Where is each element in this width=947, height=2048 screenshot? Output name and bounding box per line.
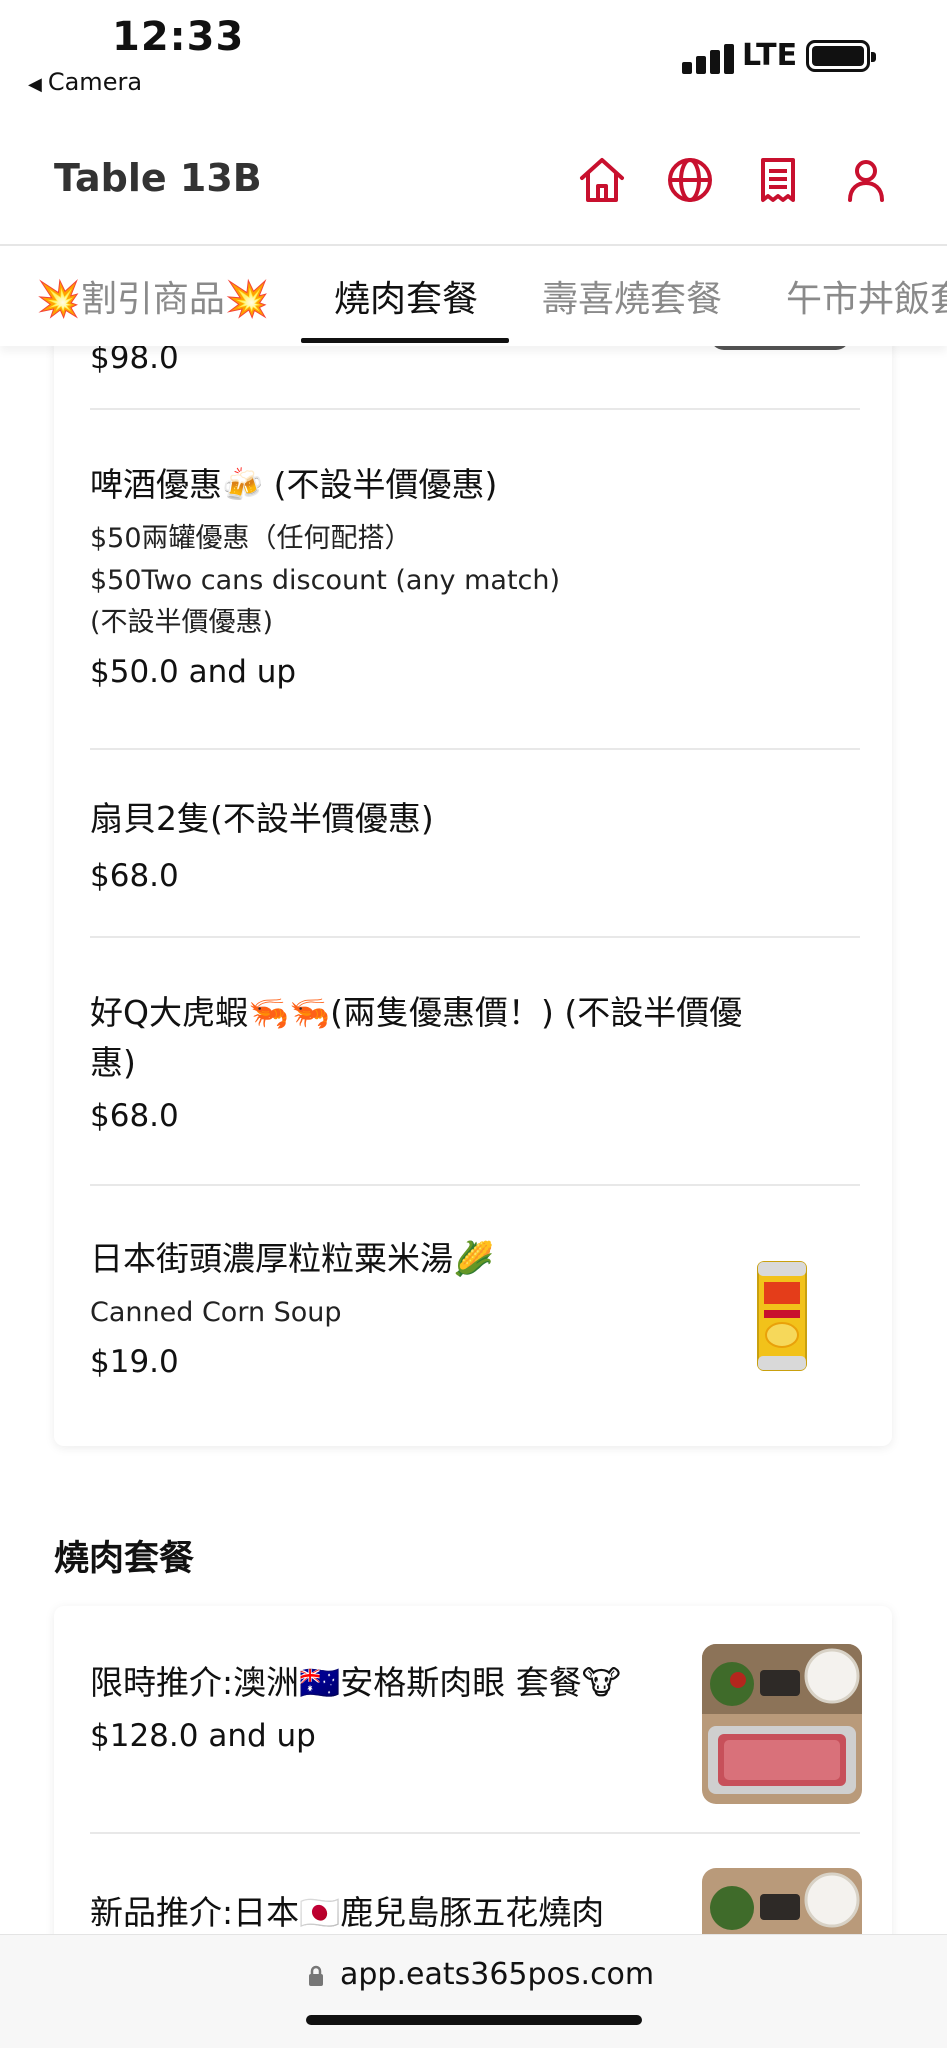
corn-soup-can-image xyxy=(757,1261,807,1371)
globe-icon[interactable] xyxy=(660,150,720,210)
home-icon[interactable] xyxy=(572,150,632,210)
back-label: Camera xyxy=(47,68,143,96)
status-bar: 12:33 ◀ Camera LTE xyxy=(0,0,947,120)
home-indicator[interactable] xyxy=(306,2015,642,2025)
menu-card-discount: $98.0 啤酒優惠🍻 (不設半價優惠) $50兩罐優惠（任何配搭） $50Tw… xyxy=(54,300,892,1446)
item-name: 好Q大虎蝦🦐🦐(兩隻優惠價！) (不設半價優 惠) xyxy=(90,988,860,1088)
section-title-yakiniku: 燒肉套餐 xyxy=(54,1539,195,1579)
active-tab-indicator xyxy=(301,338,509,343)
menu-item-scallops[interactable]: 扇貝2隻(不設半價優惠) $68.0 xyxy=(90,794,860,894)
receipt-icon[interactable] xyxy=(748,150,808,210)
lock-icon xyxy=(309,1965,323,1986)
divider xyxy=(90,936,860,938)
menu-item-beer-offer[interactable]: 啤酒優惠🍻 (不設半價優惠) $50兩罐優惠（任何配搭） $50Two cans… xyxy=(90,460,860,690)
item-name: 扇貝2隻(不設半價優惠) xyxy=(90,799,434,838)
item-price: $50.0 and up xyxy=(90,654,297,690)
item-name: 啤酒優惠🍻 (不設半價優惠) xyxy=(90,465,498,504)
item-desc: $50兩罐優惠（任何配搭） $50Two cans discount (any … xyxy=(90,518,860,644)
item-price: $68.0 xyxy=(90,1098,179,1134)
item-price: $19.0 xyxy=(90,1344,179,1380)
network-label: LTE xyxy=(742,38,798,73)
tab-discount[interactable]: 💥割引商品💥 xyxy=(36,270,270,322)
table-title: Table 13B xyxy=(54,156,262,200)
divider xyxy=(90,1832,860,1834)
item-desc-line: (不設半價優惠) xyxy=(90,607,274,638)
angus-ribeye-set-image xyxy=(702,1644,862,1804)
item-price: $68.0 xyxy=(90,858,179,894)
divider xyxy=(90,408,860,410)
browser-url-bar[interactable]: app.eats365pos.com xyxy=(0,1934,947,2048)
tab-sukiyaki-set[interactable]: 壽喜燒套餐 xyxy=(542,270,722,322)
item-name-line: 好Q大虎蝦🦐🦐(兩隻優惠價！) (不設半價優 xyxy=(90,993,743,1032)
tab-yakiniku-set[interactable]: 燒肉套餐 xyxy=(334,270,478,322)
item-name: 日本街頭濃厚粒粒粟米湯🌽 xyxy=(90,1239,495,1278)
category-tabs: 💥割引商品💥 燒肉套餐 壽喜燒套餐 午市丼飯套 xyxy=(0,248,947,346)
battery-icon xyxy=(806,40,876,72)
menu-item-tiger-prawns[interactable]: 好Q大虎蝦🦐🦐(兩隻優惠價！) (不設半價優 惠) $68.0 xyxy=(90,988,860,1134)
item-desc-line: $50兩罐優惠（任何配搭） xyxy=(90,523,412,554)
menu-item-corn-soup[interactable]: 日本街頭濃厚粒粒粟米湯🌽 Canned Corn Soup $19.0 xyxy=(90,1234,860,1380)
status-time: 12:33 xyxy=(112,14,245,60)
app-header: Table 13B xyxy=(0,120,947,246)
user-icon[interactable] xyxy=(836,150,896,210)
divider xyxy=(90,748,860,750)
back-triangle-icon: ◀ xyxy=(28,74,42,95)
item-desc-line: $50Two cans discount (any match) xyxy=(90,565,561,596)
item-name-line: 惠) xyxy=(90,1043,136,1082)
url-text: app.eats365pos.com xyxy=(340,1957,655,1992)
divider xyxy=(90,1184,860,1186)
item-desc: Canned Corn Soup xyxy=(90,1297,342,1328)
back-to-camera[interactable]: ◀ Camera xyxy=(28,68,142,96)
tab-lunch-don[interactable]: 午市丼飯套 xyxy=(786,270,947,322)
